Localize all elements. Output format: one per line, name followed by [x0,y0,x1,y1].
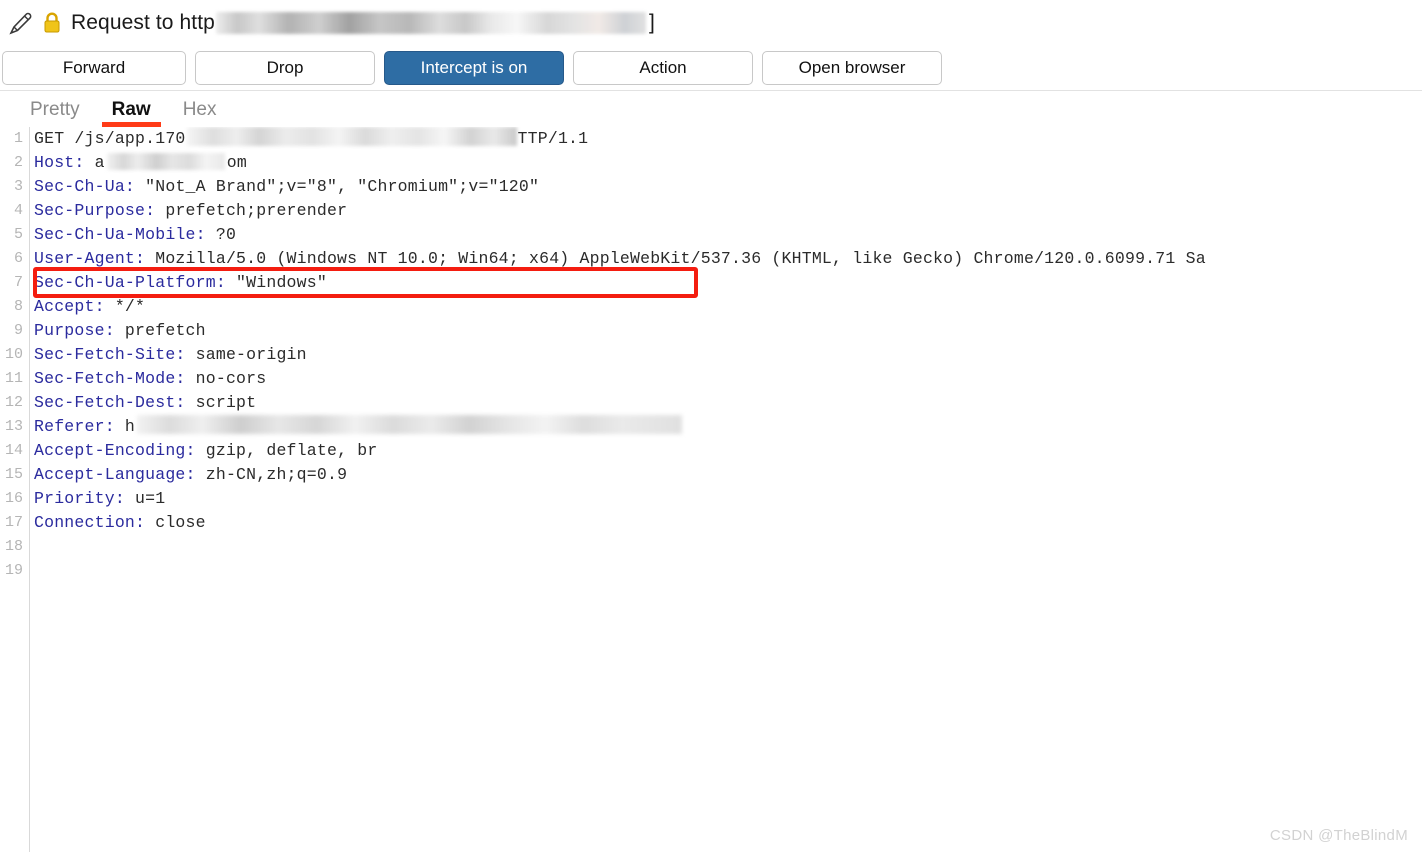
code-line[interactable]: Sec-Fetch-Dest: script [34,391,1422,415]
action-button[interactable]: Action [573,50,753,85]
tab-raw[interactable]: Raw [96,99,167,127]
header-value: "Not_A Brand";v="8", "Chromium";v="120" [135,177,540,196]
header-name: User-Agent: [34,249,146,268]
header-name: Sec-Ch-Ua-Mobile: [34,225,206,244]
watermark: CSDN @TheBlindM [1269,827,1408,844]
line-number: 1 [13,130,23,147]
line-number: 7 [13,274,23,291]
code-line[interactable]: Priority: u=1 [34,487,1422,511]
code-area[interactable]: GET /js/app.170 TTP/1.1 Host: a om Sec-Ch-Ua… [34,127,1422,852]
header-name: Sec-Ch-Ua-Platform: [34,273,226,292]
header-name: Host: [34,153,85,172]
header-name: Accept-Encoding: [34,441,196,460]
header-value: */* [104,297,146,316]
line-number: 16 [4,490,23,507]
code-line[interactable] [34,559,1422,583]
toolbar: Forward Drop Intercept is on Action Open… [0,45,1422,90]
header-name: Accept: [34,297,105,316]
line-number: 2 [13,154,23,171]
forward-button[interactable]: Forward [2,50,186,85]
code-line[interactable] [34,535,1422,559]
code-line[interactable]: Sec-Fetch-Mode: no-cors [34,367,1422,391]
line-number: 5 [13,226,23,243]
header-name: Purpose: [34,321,115,340]
line-number: 9 [13,322,23,339]
line-number: 4 [13,202,23,219]
view-tabs: Pretty Raw Hex [0,91,1422,127]
pencil-icon [8,10,34,36]
code-line[interactable]: Sec-Ch-Ua-Platform: "Windows" [34,271,1422,295]
code-line[interactable]: Sec-Fetch-Site: same-origin [34,343,1422,367]
page-title: Request to http [71,10,215,34]
header-value: prefetch [114,321,206,340]
code-line[interactable]: Accept-Language: zh-CN,zh;q=0.9 [34,463,1422,487]
line-number: 10 [4,346,23,363]
titlebar: Request to http ] [0,0,1422,45]
line-number: 15 [4,466,23,483]
intercept-toggle-button[interactable]: Intercept is on [384,50,564,85]
redacted-url [215,11,646,34]
header-value: Mozilla/5.0 (Windows NT 10.0; Win64; x64… [145,249,1206,268]
code-line[interactable]: User-Agent: Mozilla/5.0 (Windows NT 10.0… [34,247,1422,271]
header-name: Connection: [34,513,146,532]
header-name: Accept-Language: [34,465,196,484]
code-line[interactable]: Accept: */* [34,295,1422,319]
header-value: close [145,513,206,532]
line-number: 6 [13,250,23,267]
line-number: 17 [4,514,23,531]
code-line[interactable]: GET /js/app.170 TTP/1.1 [34,127,1422,151]
header-value: ?0 [205,225,237,244]
header-value-tail: om [226,153,247,172]
header-value: u=1 [124,489,166,508]
redacted-value [137,415,683,434]
header-name: Sec-Ch-Ua: [34,177,136,196]
header-value: no-cors [185,369,267,388]
header-value: "Windows" [225,273,327,292]
header-value: h [114,417,136,436]
header-value: prefetch;prerender [155,201,348,220]
lock-icon [42,11,62,35]
header-name: Sec-Fetch-Mode: [34,369,186,388]
request-line-tail: TTP/1.1 [517,129,589,148]
header-name: Referer: [34,417,115,436]
request-editor[interactable]: 1 2 3 4 5 6 7 8 9 10 11 12 13 14 15 16 17 18 19 GET /js/ap… [0,127,1422,852]
code-line[interactable]: Host: a om [34,151,1422,175]
header-value: same-origin [185,345,307,364]
line-number: 8 [13,298,23,315]
tab-hex[interactable]: Hex [167,99,233,127]
header-value: zh-CN,zh;q=0.9 [195,465,348,484]
code-line[interactable]: Sec-Ch-Ua-Mobile: ?0 [34,223,1422,247]
line-number: 12 [4,394,23,411]
drop-button[interactable]: Drop [195,50,375,85]
request-line-text: GET /js/app.170 [34,129,186,148]
code-line[interactable]: Accept-Encoding: gzip, deflate, br [34,439,1422,463]
code-line[interactable]: Connection: close [34,511,1422,535]
line-number: 14 [4,442,23,459]
line-number: 11 [4,370,23,387]
line-number-gutter: 1 2 3 4 5 6 7 8 9 10 11 12 13 14 15 16 17 18 19 [0,127,30,852]
code-line[interactable]: Referer: h [34,415,1422,439]
redacted-path [186,127,517,146]
line-number: 19 [4,562,23,579]
code-line[interactable]: Purpose: prefetch [34,319,1422,343]
header-value: a [84,153,105,172]
line-number: 3 [13,178,23,195]
code-line[interactable]: Sec-Purpose: prefetch;prerender [34,199,1422,223]
title-bracket: ] [648,10,655,34]
code-line[interactable]: Sec-Ch-Ua: "Not_A Brand";v="8", "Chromiu… [34,175,1422,199]
tab-pretty[interactable]: Pretty [14,99,96,127]
line-number: 13 [4,418,23,435]
header-name: Sec-Fetch-Dest: [34,393,186,412]
redacted-value [106,153,225,170]
header-name: Sec-Purpose: [34,201,156,220]
header-value: gzip, deflate, br [195,441,378,460]
open-browser-button[interactable]: Open browser [762,50,942,85]
line-number: 18 [4,538,23,555]
header-value: script [185,393,257,412]
header-name: Sec-Fetch-Site: [34,345,186,364]
header-name: Priority: [34,489,125,508]
